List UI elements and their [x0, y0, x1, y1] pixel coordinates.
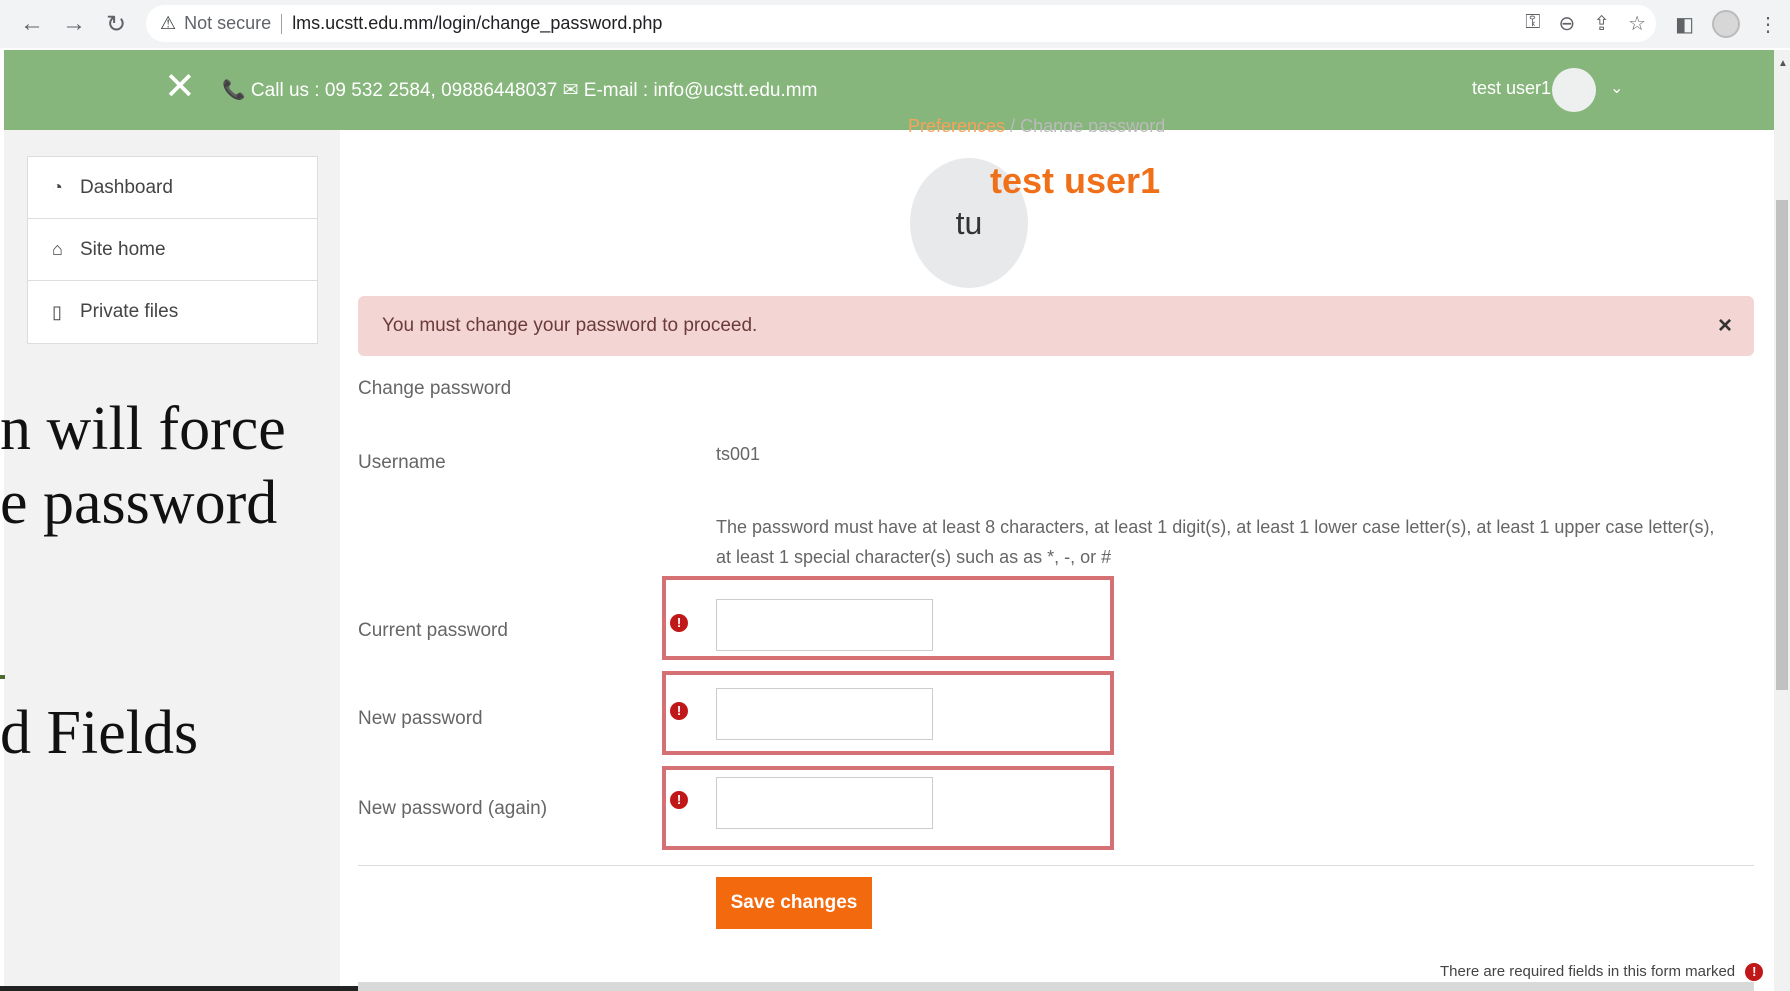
- alert-banner: You must change your password to proceed…: [358, 296, 1754, 356]
- browser-right-controls: ◧ ⋮: [1675, 0, 1778, 48]
- horizontal-scrollbar[interactable]: [358, 982, 1754, 991]
- side-panel-icon[interactable]: ◧: [1675, 12, 1694, 37]
- new-password-again-label: New password (again): [358, 798, 548, 819]
- warning-icon: ⚠: [160, 13, 177, 33]
- new-password-again-input[interactable]: [716, 777, 933, 829]
- required-icon: !: [1745, 963, 1764, 982]
- reload-icon[interactable]: ↻: [98, 0, 134, 48]
- slide-bullet-mark: [0, 675, 5, 679]
- site-header: ✕ 📞 Call us : 09 532 2584, 09886448037 ✉…: [4, 50, 1774, 130]
- home-icon: ⌂: [52, 239, 63, 259]
- username-value: ts001: [716, 444, 761, 464]
- header-user-name[interactable]: test user1: [1472, 78, 1551, 99]
- new-password-input[interactable]: [716, 688, 933, 740]
- slide-text-line-2: e password: [0, 469, 278, 537]
- url-text[interactable]: lms.ucstt.edu.mm/login/change_password.p…: [292, 13, 662, 34]
- nav-drawer-list: ◔ Dashboard ⌂ Site home ▯ Private files: [27, 156, 318, 344]
- file-icon: ▯: [52, 301, 62, 322]
- slide-text-line-1: n will force: [0, 395, 286, 463]
- chevron-down-icon[interactable]: ⌄: [1610, 78, 1623, 98]
- zoom-icon[interactable]: ⊖: [1559, 11, 1576, 36]
- breadcrumb-preferences[interactable]: Preferences: [908, 116, 1005, 132]
- sidebar-item-label: Dashboard: [80, 176, 173, 198]
- required-icon: !: [670, 791, 688, 809]
- close-drawer-icon[interactable]: ✕: [164, 67, 196, 107]
- form-section-title: Change password: [358, 378, 512, 399]
- key-icon[interactable]: ⚿: [1525, 11, 1540, 36]
- sidebar-item-site-home[interactable]: ⌂ Site home: [28, 219, 317, 281]
- breadcrumb-current: Change password: [1020, 116, 1166, 132]
- required-note-text: There are required fields in this form m…: [1440, 963, 1736, 980]
- browser-toolbar: ← → ↻ ⚠ Not secure lms.ucstt.edu.mm/logi…: [0, 0, 1790, 48]
- breadcrumb-separator: /: [1010, 116, 1016, 132]
- contact-info: 📞 Call us : 09 532 2584, 09886448037 ✉ E…: [222, 80, 818, 101]
- sidebar-item-label: Site home: [80, 238, 166, 260]
- scrollbar-thumb[interactable]: [1776, 200, 1788, 690]
- bookmark-star-icon[interactable]: ☆: [1628, 11, 1646, 36]
- forward-icon[interactable]: →: [56, 0, 92, 48]
- current-password-input[interactable]: [716, 599, 933, 651]
- slide-text-line-3: d Fields: [0, 699, 199, 767]
- security-label: Not secure: [184, 13, 272, 33]
- header-user-avatar[interactable]: [1552, 68, 1596, 112]
- required-icon: !: [670, 702, 688, 720]
- alert-message: You must change your password to proceed…: [382, 315, 758, 336]
- breadcrumb: Preferences / Change password: [908, 116, 1165, 132]
- sidebar-item-private-files[interactable]: ▯ Private files: [28, 281, 317, 343]
- form-divider: [358, 865, 1754, 866]
- password-policy-text: The password must have at least 8 charac…: [716, 517, 1715, 567]
- save-changes-button[interactable]: Save changes: [716, 877, 872, 929]
- close-icon[interactable]: ×: [1718, 312, 1732, 340]
- dashboard-icon: ◔: [52, 177, 63, 197]
- scroll-up-arrow-icon[interactable]: ▲: [1778, 58, 1788, 69]
- browser-profile-avatar[interactable]: [1712, 10, 1740, 38]
- menu-kebab-icon[interactable]: ⋮: [1758, 12, 1778, 37]
- current-password-label: Current password: [358, 620, 508, 641]
- required-icon: !: [670, 614, 688, 632]
- address-separator: [281, 13, 283, 34]
- required-fields-note: There are required fields in this form m…: [1440, 963, 1764, 982]
- address-bar[interactable]: ⚠ Not secure lms.ucstt.edu.mm/login/chan…: [146, 5, 1656, 42]
- address-bar-actions: ⚿ ⊖ ⇪ ☆: [1525, 11, 1646, 36]
- sidebar-item-label: Private files: [80, 301, 179, 322]
- avatar-initials: tu: [955, 204, 983, 241]
- back-icon[interactable]: ←: [14, 0, 50, 48]
- bottom-edge-strip: [0, 986, 358, 991]
- page-title: test user1: [990, 160, 1161, 201]
- new-password-label: New password: [358, 708, 483, 729]
- username-label: Username: [358, 452, 446, 473]
- sidebar-item-dashboard[interactable]: ◔ Dashboard: [28, 157, 317, 219]
- share-icon[interactable]: ⇪: [1593, 11, 1610, 36]
